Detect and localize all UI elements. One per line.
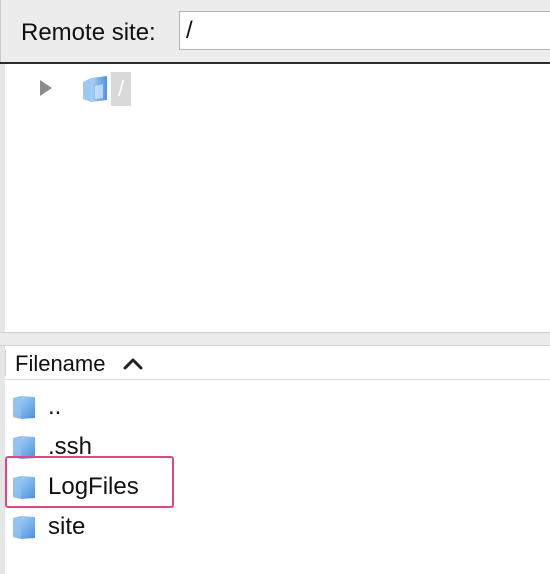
remote-directory-tree[interactable]: / — [0, 64, 550, 332]
file-name-label: .ssh — [48, 433, 93, 460]
disclosure-triangle-right-icon[interactable] — [36, 78, 56, 98]
folder-icon — [11, 434, 37, 460]
pane-splitter[interactable] — [0, 332, 550, 346]
file-list-row[interactable]: .. — [5, 386, 550, 426]
folder-icon — [77, 72, 113, 104]
remote-site-label: Remote site: — [21, 19, 156, 46]
remote-file-list[interactable]: Filename .. .ssh LogFiles site — [0, 346, 550, 574]
file-name-label: .. — [48, 393, 62, 420]
filename-column-header[interactable]: Filename — [5, 346, 550, 380]
folder-icon — [11, 514, 37, 540]
file-list-row[interactable]: site — [5, 506, 550, 546]
folder-icon — [11, 474, 37, 500]
remote-site-bar: Remote site: — [0, 0, 550, 62]
file-name-label: LogFiles — [48, 473, 139, 500]
tree-root-label[interactable]: / — [111, 72, 131, 106]
folder-icon — [11, 394, 37, 420]
remote-site-path-input[interactable] — [179, 11, 550, 50]
file-name-label: site — [48, 513, 86, 540]
filename-column-label: Filename — [15, 351, 106, 376]
file-list-row[interactable]: .ssh — [5, 426, 550, 466]
chevron-up-icon[interactable] — [122, 355, 144, 371]
header-divider — [5, 350, 6, 376]
file-list-row[interactable]: LogFiles — [5, 466, 550, 506]
